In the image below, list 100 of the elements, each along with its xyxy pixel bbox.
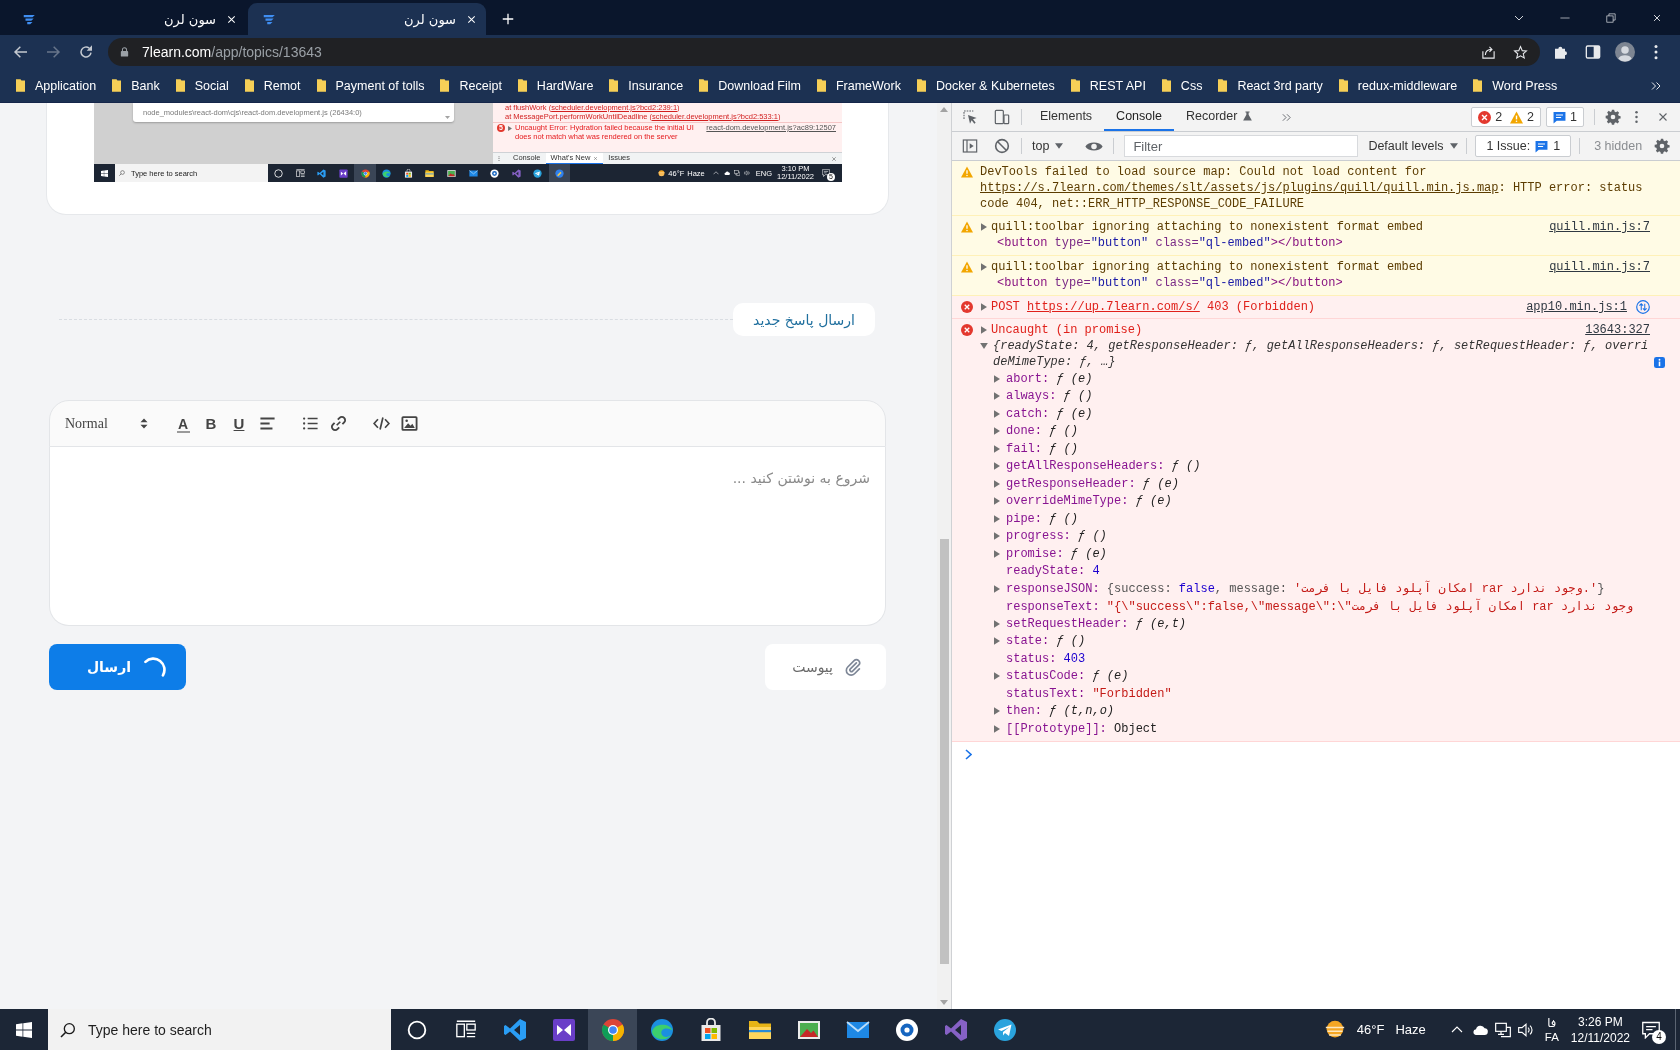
bookmark-item[interactable]: React 3rd party (1211, 72, 1330, 99)
url-link[interactable]: https://s.7learn.com/themes/slt/assets/js/plugins/quill/quill.min.js.map (980, 181, 1499, 195)
close-icon[interactable] (226, 13, 237, 25)
plus-icon[interactable] (501, 12, 515, 26)
triangle-right-icon[interactable] (508, 126, 512, 131)
source-link[interactable]: 13643:327 (1585, 322, 1650, 338)
back-arrow-icon[interactable] (13, 44, 29, 60)
task-view-icon[interactable] (455, 1019, 476, 1040)
message-counter-button[interactable]: 1 (1546, 107, 1584, 127)
network-icon[interactable] (733, 170, 740, 176)
issues-button[interactable]: 1 Issue: 1 (1475, 135, 1572, 157)
info-icon[interactable] (1654, 357, 1666, 368)
browser-tab[interactable]: سون لرن (248, 3, 486, 35)
link-icon[interactable] (329, 415, 347, 432)
restore-icon[interactable] (1606, 12, 1616, 23)
log-levels-select[interactable]: Default levels (1368, 139, 1459, 153)
bookmark-item[interactable]: Download Film (692, 72, 808, 99)
close-icon[interactable] (1652, 12, 1662, 23)
bookmark-item[interactable]: Bank (105, 72, 167, 99)
reload-icon[interactable] (78, 44, 94, 60)
triangle-right-icon[interactable] (994, 392, 1000, 401)
inspect-cursor-icon[interactable] (962, 109, 978, 125)
notification-icon[interactable] (1642, 1020, 1660, 1039)
clock-button[interactable]: 3:26 PM 12/11/2022 (1570, 1013, 1630, 1046)
double-chevron-icon[interactable] (1650, 79, 1662, 92)
triangle-right-icon[interactable] (994, 514, 1000, 523)
bookmark-item[interactable]: FrameWork (809, 72, 908, 99)
align-left-icon[interactable] (258, 415, 276, 432)
reply-button[interactable]: ارسال پاسخ جدید (733, 303, 875, 336)
triangle-right-icon[interactable] (994, 549, 1000, 558)
bookmark-item[interactable]: Docker & Kubernetes (910, 72, 1062, 99)
triangle-right-icon[interactable] (994, 462, 1000, 471)
triangle-right-icon[interactable] (981, 303, 987, 311)
bookmark-item[interactable]: Word Press (1466, 72, 1565, 99)
minimize-icon[interactable] (1560, 16, 1570, 19)
editor-field[interactable]: شروع به نوشتن کنید ... (49, 447, 886, 626)
underline-button[interactable]: U (225, 411, 253, 436)
triangle-right-icon[interactable] (994, 724, 1000, 733)
triangle-right-icon[interactable] (994, 619, 1000, 628)
task-view-icon[interactable] (295, 168, 305, 178)
bookmark-item[interactable]: Receipt (433, 72, 509, 99)
context-select[interactable]: top (1032, 139, 1064, 153)
triangle-right-icon[interactable] (994, 479, 1000, 488)
triangle-right-icon[interactable] (994, 444, 1000, 453)
bookmark-item[interactable]: Insurance (602, 72, 691, 99)
triangle-right-icon[interactable] (994, 584, 1000, 593)
settings-icon[interactable] (1654, 138, 1670, 154)
source-link[interactable]: quill.min.js:7 (1549, 219, 1650, 235)
sidebar-toggle-icon[interactable] (962, 138, 978, 154)
share-icon[interactable] (1481, 44, 1496, 60)
notification-icon[interactable] (822, 169, 830, 177)
weather-button[interactable]: 46°F Haze (1324, 1019, 1426, 1040)
speaker-icon[interactable] (1517, 1021, 1534, 1038)
prompt-chevron-icon[interactable] (965, 748, 972, 760)
triangle-right-icon[interactable] (994, 707, 1000, 716)
more-icon[interactable] (1634, 109, 1639, 125)
phone-tablet-icon[interactable] (994, 109, 1010, 125)
avatar-icon[interactable] (1615, 42, 1635, 62)
bold-button[interactable]: B (197, 411, 225, 436)
triangle-right-icon[interactable] (994, 374, 1000, 383)
code-icon[interactable] (372, 415, 390, 432)
bullet-list-icon[interactable] (301, 415, 319, 432)
close-icon[interactable] (466, 13, 477, 25)
bookmark-item[interactable]: Application (9, 72, 104, 99)
triangle-right-icon[interactable] (994, 497, 1000, 506)
issue-counter-button[interactable]: 2 2 (1471, 107, 1542, 127)
four-panes-icon[interactable] (16, 1021, 32, 1038)
bookmark-item[interactable]: REST API (1063, 72, 1153, 99)
format-picker[interactable]: Normal (60, 411, 154, 436)
source-link[interactable]: app10.min.js:1 (1526, 299, 1627, 315)
ring-icon[interactable] (274, 168, 284, 178)
four-panes-icon[interactable] (100, 169, 108, 177)
blocked-circle-icon[interactable] (994, 138, 1010, 154)
more-icon[interactable] (1653, 44, 1659, 60)
eye-icon[interactable] (1085, 140, 1104, 152)
network-icon[interactable] (1494, 1021, 1511, 1038)
triangle-right-icon[interactable] (994, 427, 1000, 436)
bookmark-item[interactable]: Css (1154, 72, 1210, 99)
send-button[interactable]: ارسال (49, 644, 186, 690)
bookmark-item[interactable]: Remot (237, 72, 308, 99)
scrollbar-thumb[interactable] (939, 539, 949, 964)
url-link[interactable]: https://up.7learn.com/s/ (1027, 300, 1200, 314)
triangle-right-icon[interactable] (994, 409, 1000, 418)
triangle-right-icon[interactable] (994, 672, 1000, 681)
chevron-up-icon[interactable] (1450, 1026, 1463, 1033)
devtools-tab[interactable]: Elements (1028, 103, 1105, 131)
image-icon[interactable] (400, 415, 418, 432)
bookmark-item[interactable]: Social (168, 72, 236, 99)
cloud-icon[interactable] (723, 170, 730, 176)
source-link[interactable]: quill.min.js:7 (1549, 259, 1650, 275)
triangle-right-icon[interactable] (994, 532, 1000, 541)
triangle-down-icon[interactable] (980, 343, 988, 349)
devtools-tab[interactable]: Recorder (1174, 103, 1266, 131)
triangle-right-icon[interactable] (994, 637, 1000, 646)
bookmark-item[interactable]: redux-middleware (1331, 72, 1465, 99)
up-down-circle-icon[interactable] (1636, 300, 1650, 314)
attach-button[interactable]: پیوست (765, 644, 886, 690)
search-field[interactable]: Type here to search (48, 1009, 391, 1050)
browser-tab[interactable]: سون لرن (8, 3, 246, 35)
triangle-right-icon[interactable] (981, 263, 987, 271)
